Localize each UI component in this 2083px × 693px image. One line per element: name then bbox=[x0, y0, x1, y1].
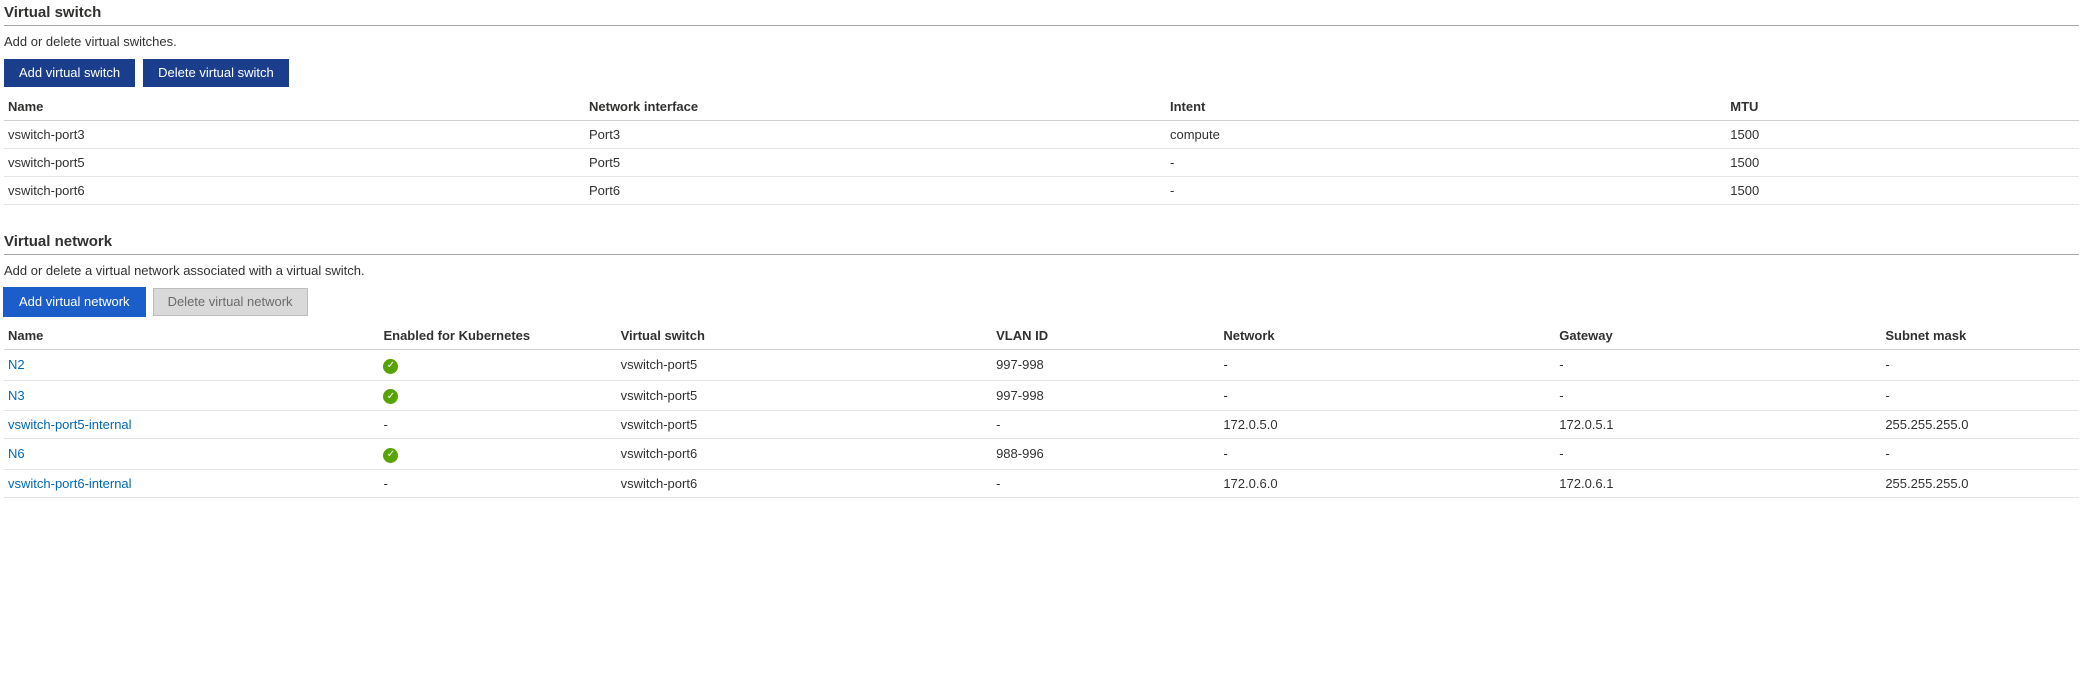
cell-name: N3 bbox=[4, 380, 379, 411]
cell-vlan-id: 988-996 bbox=[992, 439, 1219, 470]
virtual-switch-header-row: Name Network interface Intent MTU bbox=[4, 93, 2079, 121]
table-row[interactable]: vswitch-port6-internal-vswitch-port6-172… bbox=[4, 469, 2079, 497]
col-gateway[interactable]: Gateway bbox=[1555, 322, 1881, 350]
cell-name: vswitch-port6-internal bbox=[4, 469, 379, 497]
cell-vlan-id: 997-998 bbox=[992, 350, 1219, 381]
col-subnet[interactable]: Subnet mask bbox=[1881, 322, 2079, 350]
virtual-switch-section: Virtual switch Add or delete virtual swi… bbox=[4, 4, 2079, 205]
col-name[interactable]: Name bbox=[4, 322, 379, 350]
col-mtu[interactable]: MTU bbox=[1726, 93, 2079, 121]
table-row[interactable]: N6✓vswitch-port6988-996--- bbox=[4, 439, 2079, 470]
cell-subnet: - bbox=[1881, 439, 2079, 470]
vnet-name-link[interactable]: N6 bbox=[8, 446, 25, 461]
check-icon: ✓ bbox=[383, 389, 398, 404]
cell-network-interface: Port5 bbox=[585, 149, 1166, 177]
vnet-name-link[interactable]: vswitch-port5-internal bbox=[8, 417, 132, 432]
cell-intent: - bbox=[1166, 177, 1726, 205]
col-enabled-k8s[interactable]: Enabled for Kubernetes bbox=[379, 322, 616, 350]
cell-intent: - bbox=[1166, 149, 1726, 177]
table-row[interactable]: vswitch-port5-internal-vswitch-port5-172… bbox=[4, 411, 2079, 439]
cell-enabled-k8s: ✓ bbox=[379, 439, 616, 470]
virtual-network-section: Virtual network Add or delete a virtual … bbox=[4, 233, 2079, 498]
cell-vswitch: vswitch-port5 bbox=[617, 380, 992, 411]
table-row[interactable]: N2✓vswitch-port5997-998--- bbox=[4, 350, 2079, 381]
cell-name: vswitch-port6 bbox=[4, 177, 585, 205]
table-row[interactable]: vswitch-port3Port3compute1500 bbox=[4, 121, 2079, 149]
virtual-switch-table: Name Network interface Intent MTU vswitc… bbox=[4, 93, 2079, 205]
vnet-name-link[interactable]: N3 bbox=[8, 388, 25, 403]
virtual-switch-description: Add or delete virtual switches. bbox=[4, 34, 2079, 49]
cell-network: - bbox=[1219, 380, 1555, 411]
cell-mtu: 1500 bbox=[1726, 121, 2079, 149]
col-network[interactable]: Network bbox=[1219, 322, 1555, 350]
cell-vlan-id: 997-998 bbox=[992, 380, 1219, 411]
col-intent[interactable]: Intent bbox=[1166, 93, 1726, 121]
vnet-name-link[interactable]: N2 bbox=[8, 357, 25, 372]
virtual-network-header-row: Name Enabled for Kubernetes Virtual swit… bbox=[4, 322, 2079, 350]
table-row[interactable]: vswitch-port5Port5-1500 bbox=[4, 149, 2079, 177]
cell-network-interface: Port3 bbox=[585, 121, 1166, 149]
col-name[interactable]: Name bbox=[4, 93, 585, 121]
cell-name: vswitch-port3 bbox=[4, 121, 585, 149]
cell-mtu: 1500 bbox=[1726, 149, 2079, 177]
add-virtual-switch-button[interactable]: Add virtual switch bbox=[4, 59, 135, 87]
cell-vswitch: vswitch-port6 bbox=[617, 439, 992, 470]
check-icon: ✓ bbox=[383, 359, 398, 374]
cell-name: vswitch-port5-internal bbox=[4, 411, 379, 439]
cell-name: N6 bbox=[4, 439, 379, 470]
cell-mtu: 1500 bbox=[1726, 177, 2079, 205]
cell-enabled-k8s: - bbox=[379, 469, 616, 497]
cell-vlan-id: - bbox=[992, 411, 1219, 439]
col-vlan-id[interactable]: VLAN ID bbox=[992, 322, 1219, 350]
cell-enabled-k8s: ✓ bbox=[379, 380, 616, 411]
cell-gateway: 172.0.6.1 bbox=[1555, 469, 1881, 497]
cell-subnet: - bbox=[1881, 350, 2079, 381]
col-network-interface[interactable]: Network interface bbox=[585, 93, 1166, 121]
cell-subnet: 255.255.255.0 bbox=[1881, 411, 2079, 439]
cell-intent: compute bbox=[1166, 121, 1726, 149]
cell-vlan-id: - bbox=[992, 469, 1219, 497]
virtual-network-buttons: Add virtual network Delete virtual netwo… bbox=[4, 288, 2079, 316]
cell-gateway: - bbox=[1555, 439, 1881, 470]
cell-subnet: 255.255.255.0 bbox=[1881, 469, 2079, 497]
cell-enabled-k8s: - bbox=[379, 411, 616, 439]
check-icon: ✓ bbox=[383, 448, 398, 463]
virtual-network-title: Virtual network bbox=[4, 233, 2079, 255]
cell-vswitch: vswitch-port5 bbox=[617, 411, 992, 439]
cell-vswitch: vswitch-port5 bbox=[617, 350, 992, 381]
cell-name: N2 bbox=[4, 350, 379, 381]
virtual-network-table: Name Enabled for Kubernetes Virtual swit… bbox=[4, 322, 2079, 498]
virtual-switch-title: Virtual switch bbox=[4, 4, 2079, 26]
cell-network-interface: Port6 bbox=[585, 177, 1166, 205]
delete-virtual-network-button: Delete virtual network bbox=[153, 288, 308, 316]
cell-name: vswitch-port5 bbox=[4, 149, 585, 177]
vnet-name-link[interactable]: vswitch-port6-internal bbox=[8, 476, 132, 491]
cell-subnet: - bbox=[1881, 380, 2079, 411]
cell-network: - bbox=[1219, 439, 1555, 470]
cell-gateway: - bbox=[1555, 380, 1881, 411]
col-vswitch[interactable]: Virtual switch bbox=[617, 322, 992, 350]
cell-enabled-k8s: ✓ bbox=[379, 350, 616, 381]
virtual-network-description: Add or delete a virtual network associat… bbox=[4, 263, 2079, 278]
table-row[interactable]: N3✓vswitch-port5997-998--- bbox=[4, 380, 2079, 411]
add-virtual-network-button[interactable]: Add virtual network bbox=[4, 288, 145, 316]
delete-virtual-switch-button[interactable]: Delete virtual switch bbox=[143, 59, 289, 87]
cell-gateway: - bbox=[1555, 350, 1881, 381]
cell-vswitch: vswitch-port6 bbox=[617, 469, 992, 497]
table-row[interactable]: vswitch-port6Port6-1500 bbox=[4, 177, 2079, 205]
cell-network: 172.0.5.0 bbox=[1219, 411, 1555, 439]
cell-network: 172.0.6.0 bbox=[1219, 469, 1555, 497]
cell-gateway: 172.0.5.1 bbox=[1555, 411, 1881, 439]
virtual-switch-buttons: Add virtual switch Delete virtual switch bbox=[4, 59, 2079, 87]
cell-network: - bbox=[1219, 350, 1555, 381]
